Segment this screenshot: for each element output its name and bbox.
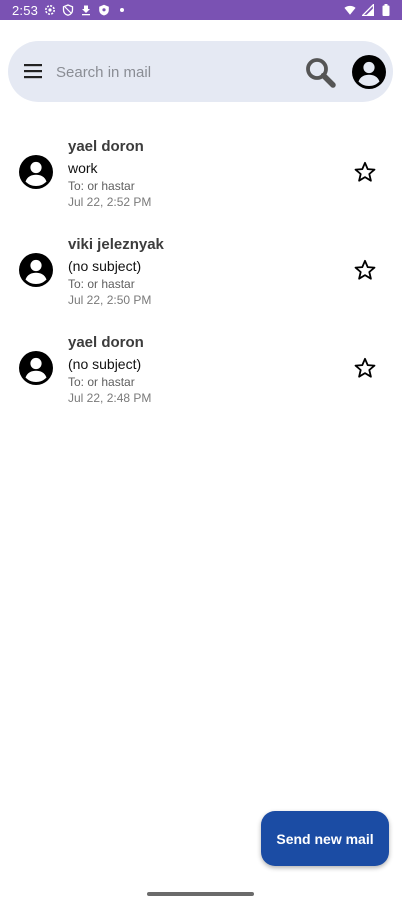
mail-list-item[interactable]: yael doron (no subject) To: or hastar Ju… (0, 326, 402, 424)
mail-date: Jul 22, 2:48 PM (68, 391, 152, 405)
send-new-mail-button[interactable]: Send new mail (261, 811, 389, 866)
star-outline-icon (354, 161, 376, 182)
security-icon (98, 4, 110, 16)
status-right (344, 4, 392, 16)
sender-avatar-icon (18, 154, 54, 190)
mail-recipient: To: or hastar (68, 375, 135, 389)
account-button[interactable] (351, 54, 387, 90)
star-outline-icon (354, 357, 376, 378)
mail-list: yael doron work To: or hastar Jul 22, 2:… (0, 130, 402, 424)
dot-icon (116, 4, 128, 16)
mail-recipient: To: or hastar (68, 277, 135, 291)
star-button[interactable] (353, 258, 377, 282)
shield-icon (62, 4, 74, 16)
star-button[interactable] (353, 160, 377, 184)
mail-text: yael doron (no subject) To: or hastar Ju… (68, 334, 338, 406)
mail-sender: yael doron (68, 138, 144, 155)
mail-text: viki jeleznyak (no subject) To: or hasta… (68, 236, 338, 308)
mail-date: Jul 22, 2:50 PM (68, 293, 152, 307)
download-icon (80, 4, 92, 16)
mail-screen: 2:53 Search in mail yael doron work To: … (0, 0, 402, 901)
navigation-handle[interactable] (147, 892, 254, 896)
menu-button[interactable] (22, 61, 44, 81)
search-icon (306, 58, 336, 88)
mail-subject: work (68, 160, 98, 176)
settings-icon (44, 4, 56, 16)
search-bar (8, 41, 393, 102)
sender-avatar-icon (18, 350, 54, 386)
search-input[interactable] (56, 59, 286, 85)
mail-list-item[interactable]: viki jeleznyak (no subject) To: or hasta… (0, 228, 402, 326)
mail-sender: yael doron (68, 334, 144, 351)
sender-avatar-icon (18, 252, 54, 288)
star-button[interactable] (353, 356, 377, 380)
mail-date: Jul 22, 2:52 PM (68, 195, 152, 209)
account-circle-icon (352, 55, 386, 89)
status-time: 2:53 (12, 2, 39, 18)
mail-text: yael doron work To: or hastar Jul 22, 2:… (68, 138, 338, 210)
hamburger-menu-icon (24, 64, 42, 79)
mail-subject: (no subject) (68, 356, 142, 372)
battery-icon (380, 4, 392, 16)
mail-recipient: To: or hastar (68, 179, 135, 193)
star-outline-icon (354, 259, 376, 280)
status-left: 2:53 (12, 3, 128, 18)
search-button[interactable] (304, 56, 338, 90)
status-bar: 2:53 (0, 0, 402, 20)
mail-subject: (no subject) (68, 258, 142, 274)
mail-sender: viki jeleznyak (68, 236, 164, 253)
mail-list-item[interactable]: yael doron work To: or hastar Jul 22, 2:… (0, 130, 402, 228)
wifi-icon (344, 4, 356, 16)
cell-signal-icon (362, 4, 374, 16)
